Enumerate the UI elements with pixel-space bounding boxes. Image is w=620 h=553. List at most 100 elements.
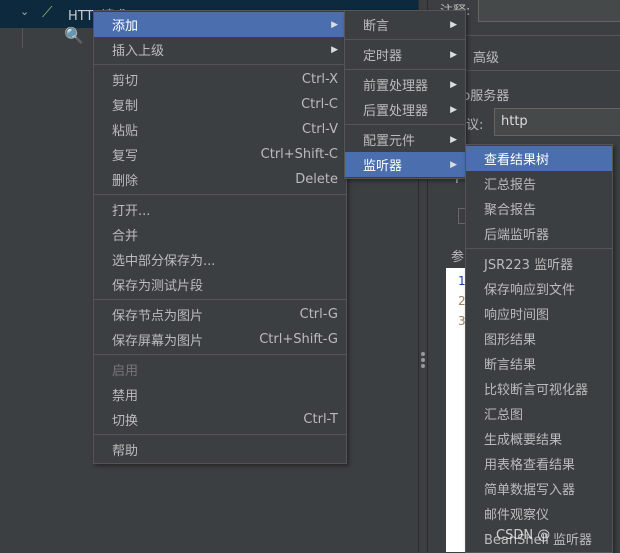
menu-item-assertion-results[interactable]: 断言结果 [466,351,612,376]
listener-submenu: 查看结果树 汇总报告 聚合报告 后端监听器 JSR223 监听器 保存响应到文件… [465,144,613,553]
shortcut: Ctrl-V [302,122,338,137]
label: 切换 [112,414,139,429]
label: 保存节点为图片 [112,309,204,324]
menu-item-copy[interactable]: 复制 Ctrl-C [94,92,346,117]
pipette-icon: ⟋ [42,3,53,21]
menu-item-duplicate[interactable]: 复写 Ctrl+Shift-C [94,142,346,167]
chevron-right-icon: ▶ [450,19,457,30]
menu-item-cut[interactable]: 剪切 Ctrl-X [94,67,346,92]
chevron-right-icon: ▶ [450,134,457,145]
chevron-down-icon[interactable]: ⌄ [20,5,29,18]
menu-item-insert-parent[interactable]: 插入上级 ▶ [94,37,346,62]
shortcut: Ctrl-X [301,72,338,87]
menu-item-disable[interactable]: 禁用 [94,382,346,407]
context-menu: 添加 ▶ 插入上级 ▶ 剪切 Ctrl-X 复制 Ctrl-C 粘贴 Ctrl-V 复写 C… [93,10,347,464]
label: 复制 [112,99,139,114]
separator [94,194,346,195]
tree-guide-line [22,28,23,48]
separator [345,39,465,40]
menu-item-delete[interactable]: 删除 Delete [94,167,346,192]
menu-item-listener[interactable]: 监听器 ▶ [345,152,465,177]
label: 断言结果 [484,358,537,373]
menu-item-simple-data-writer[interactable]: 简单数据写入器 [466,476,612,501]
label: 添加 [112,19,139,34]
menu-item-preprocessor[interactable]: 前置处理器 ▶ [345,72,465,97]
menu-item-save-fragment[interactable]: 保存为测试片段 [94,272,346,297]
add-submenu: 断言 ▶ 定时器 ▶ 前置处理器 ▶ 后置处理器 ▶ 配置元件 ▶ 监听器 ▶ [344,10,466,179]
shortcut: Ctrl-G [299,307,338,322]
menu-item-response-time-graph[interactable]: 响应时间图 [466,301,612,326]
menu-item-generate-summary[interactable]: 生成概要结果 [466,426,612,451]
menu-item-config-element[interactable]: 配置元件 ▶ [345,127,465,152]
label: 保存为测试片段 [112,279,204,294]
separator [94,299,346,300]
menu-item-postprocessor[interactable]: 后置处理器 ▶ [345,97,465,122]
watermark: CSDN @ [496,528,551,543]
label: 图形结果 [484,333,537,348]
comment-input[interactable] [478,0,620,22]
menu-item-comparison-assertion-visualizer[interactable]: 比较断言可视化器 [466,376,612,401]
tab-advanced[interactable]: 高级 [473,47,499,66]
separator [345,69,465,70]
shortcut: Ctrl-T [303,412,338,427]
menu-item-add[interactable]: 添加 ▶ [94,12,346,37]
label: 断言 [363,19,390,34]
menu-item-toggle[interactable]: 切换 Ctrl-T [94,407,346,432]
separator [345,124,465,125]
label: 打开... [112,204,151,219]
menu-item-open[interactable]: 打开... [94,197,346,222]
menu-item-timer[interactable]: 定时器 ▶ [345,42,465,67]
menu-item-summary-report[interactable]: 汇总报告 [466,171,612,196]
label: 前置处理器 [363,79,429,94]
label: 用表格查看结果 [484,458,576,473]
label: 查看结果树 [484,153,550,168]
menu-item-view-results-tree[interactable]: 查看结果树 [466,146,612,171]
label: 定时器 [363,49,403,64]
label: 配置元件 [363,134,416,149]
label: 粘贴 [112,124,139,139]
chevron-right-icon: ▶ [450,104,457,115]
grip-dot [421,358,425,362]
params-label: 参 [451,250,465,265]
menu-item-mailer-visualizer[interactable]: 邮件观察仪 [466,501,612,526]
menu-item-view-results-table[interactable]: 用表格查看结果 [466,451,612,476]
label: 监听器 [363,159,403,174]
separator [94,64,346,65]
magnifier-icon: 🔍 [64,26,84,45]
separator [466,248,612,249]
menu-item-aggregate-report[interactable]: 聚合报告 [466,196,612,221]
chevron-right-icon: ▶ [450,79,457,90]
label: 剪切 [112,74,139,89]
chevron-right-icon: ▶ [450,159,457,170]
grip-dot [421,352,425,356]
menu-item-paste[interactable]: 粘贴 Ctrl-V [94,117,346,142]
menu-item-backend-listener[interactable]: 后端监听器 [466,221,612,246]
chevron-right-icon: ▶ [331,44,338,55]
menu-item-save-responses[interactable]: 保存响应到文件 [466,276,612,301]
menu-item-save-node-image[interactable]: 保存节点为图片 Ctrl-G [94,302,346,327]
label: 插入上级 [112,44,165,59]
label: 保存响应到文件 [484,283,576,298]
menu-item-save-selection[interactable]: 选中部分保存为... [94,247,346,272]
menu-item-jsr223-listener[interactable]: JSR223 监听器 [466,251,612,276]
label: 汇总报告 [484,178,537,193]
label: 生成概要结果 [484,433,563,448]
separator [94,354,346,355]
label: 响应时间图 [484,308,550,323]
menu-item-aggregate-graph[interactable]: 汇总图 [466,401,612,426]
label: 保存屏幕为图片 [112,334,204,349]
label: 简单数据写入器 [484,483,576,498]
chevron-right-icon: ▶ [450,49,457,60]
menu-item-help[interactable]: 帮助 [94,437,346,462]
menu-item-merge[interactable]: 合并 [94,222,346,247]
separator [94,434,346,435]
protocol-input[interactable]: http [494,108,620,136]
shortcut: Ctrl+Shift-C [260,147,338,162]
menu-item-graph-results[interactable]: 图形结果 [466,326,612,351]
menu-item-assertion[interactable]: 断言 ▶ [345,12,465,37]
shortcut: Ctrl+Shift-G [259,332,338,347]
label: 聚合报告 [484,203,537,218]
label: 帮助 [112,444,139,459]
label: 复写 [112,149,139,164]
menu-item-save-screen-image[interactable]: 保存屏幕为图片 Ctrl+Shift-G [94,327,346,352]
